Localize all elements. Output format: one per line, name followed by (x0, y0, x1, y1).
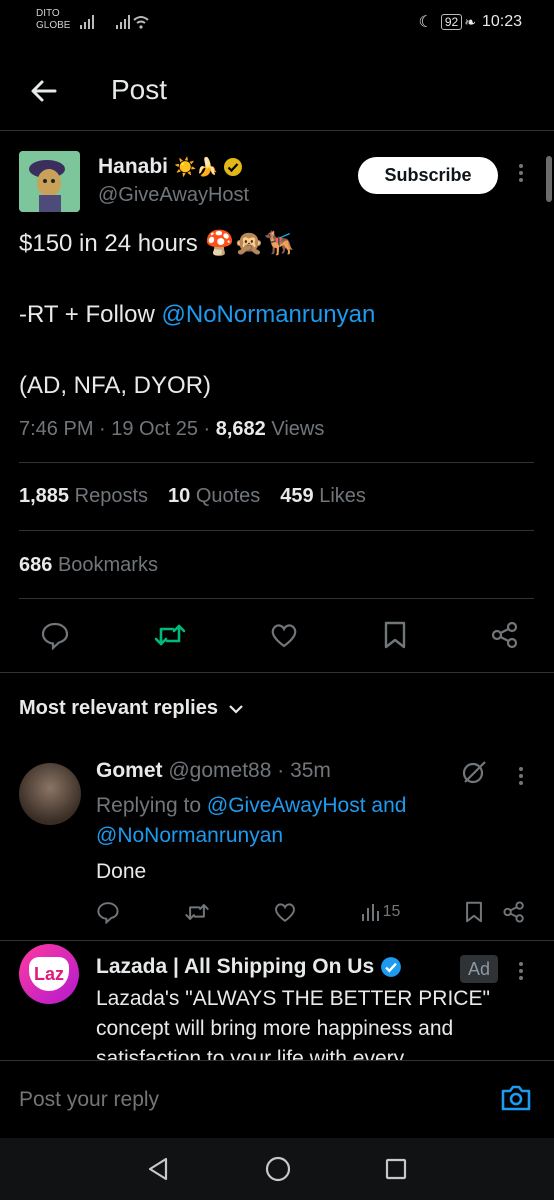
ad-text-line1: Lazada's "ALWAYS THE BETTER PRICE" (96, 987, 490, 1010)
leaf-icon: ❧ (464, 13, 476, 30)
battery-icon: 92 (440, 14, 463, 30)
likes-stat[interactable]: 459 Likes (280, 485, 366, 508)
reply-icon[interactable] (96, 900, 120, 924)
home-circle-icon[interactable] (264, 1155, 292, 1183)
replying-to: Replying to @GiveAwayHost and (96, 794, 407, 817)
grok-icon[interactable] (460, 758, 488, 786)
bookmark-icon[interactable] (382, 620, 408, 650)
clock: 10:23 (481, 13, 522, 30)
tweet-stats: 1,885 Reposts 10 Quotes 459 Likes (19, 485, 386, 508)
camera-icon[interactable] (500, 1083, 532, 1113)
name-emoji: ☀️🍌 (174, 156, 219, 177)
divider (19, 598, 534, 599)
reply-author-name[interactable]: Gomet (96, 759, 163, 782)
system-nav-bar (0, 1138, 554, 1200)
divider (0, 940, 554, 941)
reply-bookmark-share (464, 900, 526, 924)
tweet-text-line1: $150 in 24 hours 🍄🙊🐕‍🦺 (19, 230, 295, 257)
reply-input[interactable] (19, 1088, 439, 1112)
tweet-text-line2: -RT + Follow @NoNormanrunyan (19, 301, 375, 329)
status-right: ☾ 92 ❧ 10:23 (419, 12, 522, 32)
quotes-stat[interactable]: 10 Quotes (168, 485, 260, 508)
views-icon (361, 902, 381, 922)
reposts-stat[interactable]: 1,885 Reposts (19, 485, 148, 508)
like-icon[interactable] (273, 900, 297, 924)
status-bar: DITO GLOBE ☾ 92 ❧ 10:23 (0, 0, 554, 46)
lazada-logo[interactable]: Laz (19, 944, 79, 1004)
recents-square-icon[interactable] (384, 1157, 408, 1181)
reply-icon[interactable] (40, 620, 70, 650)
views-button[interactable]: 15 (361, 902, 401, 922)
reply-text: Done (96, 860, 147, 883)
views-count: 15 (382, 903, 401, 920)
views-count: 8,682 (215, 418, 266, 440)
display-name[interactable]: Hanabi ☀️🍌 (98, 155, 243, 179)
bookmark-icon[interactable] (464, 900, 484, 924)
moon-icon: ☾ (418, 14, 433, 31)
back-arrow-icon[interactable] (29, 76, 59, 106)
ad-badge: Ad (460, 955, 498, 983)
verified-badge-icon (380, 956, 402, 978)
mention-link[interactable]: @NoNormanrunyan (162, 301, 376, 328)
divider (19, 530, 534, 531)
back-triangle-icon[interactable] (146, 1156, 172, 1182)
action-bar (40, 620, 520, 650)
chevron-down-icon (228, 703, 244, 715)
replies-sort-dropdown[interactable]: Most relevant replies (19, 697, 244, 720)
mention-link[interactable]: @NoNormanrunyan (96, 824, 283, 848)
share-icon[interactable] (502, 900, 526, 924)
page-title: Post (111, 74, 168, 105)
subscribe-button[interactable]: Subscribe (358, 157, 498, 194)
mention-link[interactable]: @GiveAwayHost (207, 794, 366, 817)
carrier-label: DITO GLOBE (36, 8, 71, 31)
avatar[interactable] (19, 763, 81, 825)
reply-handle-time: @gomet88 · 35m (168, 759, 331, 782)
verified-gold-icon (223, 157, 243, 177)
more-options-icon[interactable] (518, 162, 524, 184)
replies-sort-label: Most relevant replies (19, 697, 218, 719)
header (0, 56, 554, 131)
timestamp: 7:46 PM · 19 Oct 25 · (19, 418, 216, 440)
share-icon[interactable] (490, 620, 520, 650)
like-icon[interactable] (269, 620, 299, 650)
ad-author[interactable]: Lazada | All Shipping On Us (96, 955, 402, 979)
divider (0, 672, 554, 673)
bookmarks-stat[interactable]: 686 Bookmarks (19, 554, 158, 577)
more-options-icon[interactable] (518, 765, 524, 787)
repost-icon[interactable] (184, 900, 210, 924)
tweet-text-prefix: -RT + Follow (19, 301, 162, 328)
tweet-text-line3: (AD, NFA, DYOR) (19, 372, 212, 399)
avatar[interactable] (19, 151, 80, 212)
handle[interactable]: @GiveAwayHost (98, 184, 249, 207)
ad-author-name: Lazada | All Shipping On Us (96, 955, 375, 978)
reply-action-bar: 15 (96, 900, 526, 924)
signal-icon (80, 12, 150, 32)
scrollbar[interactable] (546, 156, 552, 202)
ad-text-line2: concept will bring more happiness and (96, 1017, 454, 1040)
tweet-meta: 7:46 PM · 19 Oct 25 · 8,682 Views (19, 418, 324, 441)
repost-icon[interactable] (153, 620, 187, 650)
reply-header: Gomet @gomet88 · 35m (96, 759, 331, 783)
display-name-text: Hanabi (98, 155, 169, 178)
more-options-icon[interactable] (518, 960, 524, 982)
views-label: Views (265, 418, 325, 440)
lazada-logo-text: Laz (29, 957, 69, 991)
divider (19, 462, 534, 463)
